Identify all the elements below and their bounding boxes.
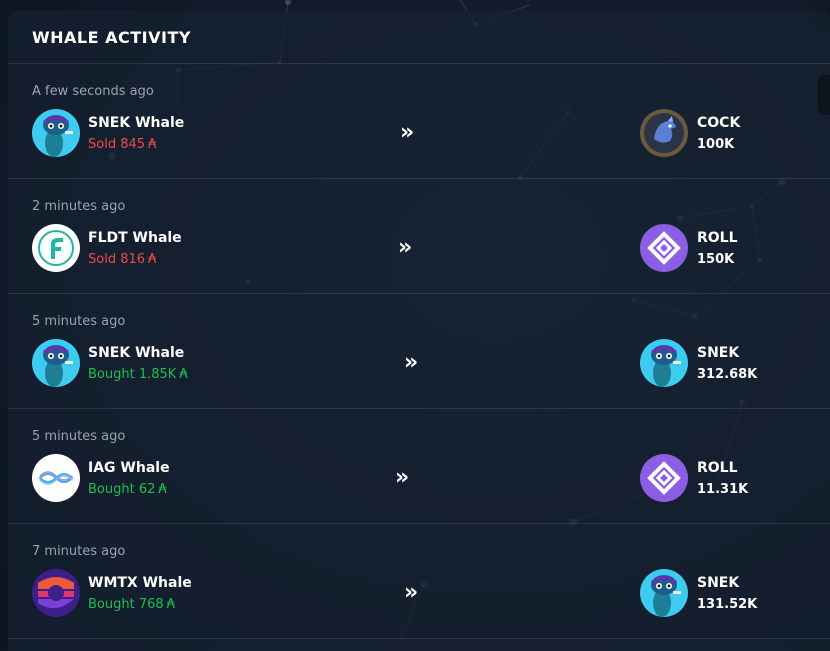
double-chevron-right-icon: » [400, 120, 415, 145]
whale-name: WMTX Whale [88, 575, 192, 591]
row-timestamp: A few seconds ago [32, 84, 154, 99]
roll-icon [640, 224, 688, 272]
token-amount: 100K [697, 137, 735, 152]
trade-summary: Sold 845 ₳ [88, 137, 157, 152]
token-name: SNEK [697, 345, 740, 361]
token-name: COCK [697, 115, 741, 131]
token-name: ROLL [697, 230, 738, 246]
row-timestamp: 2 minutes ago [32, 199, 126, 214]
token-name: SNEK [697, 575, 740, 591]
whale-activity-panel: WHALE ACTIVITY A few seconds ago SNEK Wh… [8, 11, 830, 651]
token-amount: 312.68K [697, 367, 758, 382]
token-name: ROLL [697, 460, 738, 476]
panel-title: WHALE ACTIVITY [32, 27, 191, 47]
trade-summary: Bought 768 ₳ [88, 597, 175, 612]
roll-icon [640, 454, 688, 502]
double-chevron-right-icon: » [395, 465, 410, 490]
cock-icon [640, 109, 688, 157]
snek-icon [640, 569, 688, 617]
row-timestamp: 5 minutes ago [32, 314, 126, 329]
double-chevron-right-icon: » [404, 350, 419, 375]
trade-summary: Sold 816 ₳ [88, 252, 157, 267]
trade-summary: Bought 62 ₳ [88, 482, 167, 497]
whale-name: FLDT Whale [88, 230, 182, 246]
activity-row[interactable]: 5 minutes ago IAG Whale Bought 62 ₳ » ROL… [8, 409, 830, 524]
activity-row[interactable]: 5 minutes ago SNEK Whale Bought 1.85K ₳ »… [8, 294, 830, 409]
snek-icon [32, 339, 80, 387]
trade-summary: Bought 1.85K ₳ [88, 367, 188, 382]
scrollbar-thumb[interactable] [818, 75, 830, 115]
snek-icon [32, 109, 80, 157]
activity-row[interactable]: 7 minutes ago WMTX Whale Bought 768 ₳ » S… [8, 524, 830, 639]
wmtx-icon [32, 569, 80, 617]
token-amount: 131.52K [697, 597, 758, 612]
iag-icon [32, 454, 80, 502]
token-amount: 11.31K [697, 482, 749, 497]
snek-icon [640, 339, 688, 387]
panel-header: WHALE ACTIVITY [8, 11, 830, 64]
double-chevron-right-icon: » [404, 580, 419, 605]
row-timestamp: 5 minutes ago [32, 429, 126, 444]
whale-name: SNEK Whale [88, 115, 185, 131]
activity-row[interactable]: 2 minutes ago FLDT Whale Sold 816 ₳ » ROL… [8, 179, 830, 294]
activity-list: A few seconds ago SNEK Whale Sold 845 ₳ »… [8, 64, 830, 639]
whale-name: SNEK Whale [88, 345, 185, 361]
whale-name: IAG Whale [88, 460, 170, 476]
row-timestamp: 7 minutes ago [32, 544, 126, 559]
token-amount: 150K [697, 252, 735, 267]
activity-row[interactable]: A few seconds ago SNEK Whale Sold 845 ₳ »… [8, 64, 830, 179]
double-chevron-right-icon: » [398, 235, 413, 260]
fldt-icon [32, 224, 80, 272]
